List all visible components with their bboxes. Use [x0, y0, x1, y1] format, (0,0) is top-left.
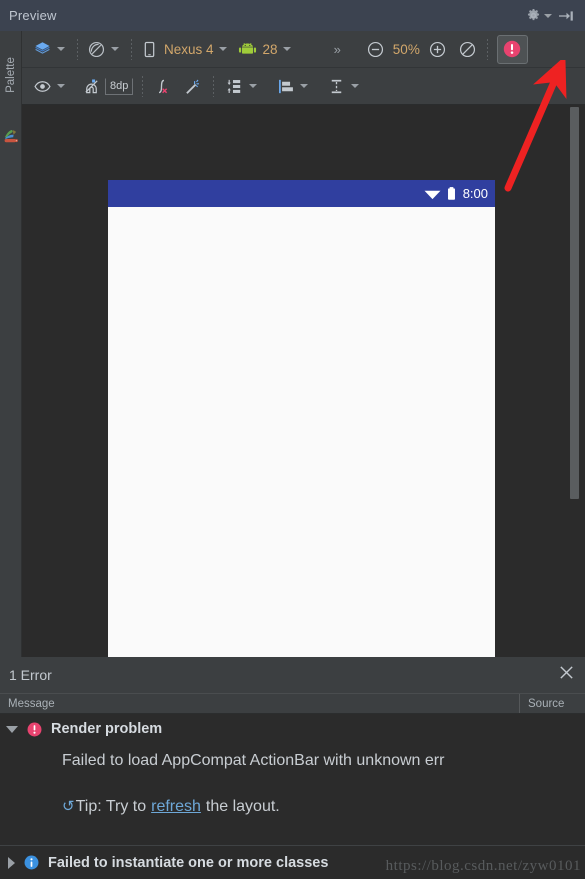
error-row-title: Failed to instantiate one or more classe…: [48, 854, 329, 871]
error-circle-icon: [27, 722, 42, 736]
sidebar-item-palette[interactable]: Palette: [5, 47, 17, 103]
zoom-in-icon: [429, 41, 445, 57]
chevron-down-icon: [300, 84, 309, 88]
column-header-source: Source: [519, 694, 585, 713]
chevron-down-icon: [111, 47, 119, 51]
toolbar-separator: [77, 38, 78, 60]
api-level-selector[interactable]: 28: [236, 37, 296, 62]
column-header-message: Message: [8, 697, 55, 710]
error-table-body[interactable]: Render problem Failed to load AppCompat …: [0, 714, 585, 879]
titlebar: Preview: [0, 0, 585, 31]
device-preview[interactable]: 8:00: [108, 180, 495, 657]
error-row-title: Render problem: [51, 721, 163, 737]
chevron-down-icon: [282, 47, 291, 51]
refresh-icon: ↺: [62, 798, 75, 815]
refresh-link[interactable]: refresh: [151, 798, 201, 816]
clear-constraints-button[interactable]: [150, 74, 173, 99]
design-canvas[interactable]: 8:00: [22, 105, 585, 657]
magnet-off-icon: [85, 78, 98, 93]
magic-wand-icon: [186, 79, 200, 94]
device-name-label: Nexus 4: [164, 41, 214, 57]
clear-constraints-icon: [159, 79, 168, 93]
render-errors-panel: 1 Error Message Source Render problem Fa…: [0, 657, 585, 879]
error-table-column-headers: Message Source: [0, 693, 585, 714]
device-selector[interactable]: Nexus 4: [139, 37, 232, 62]
chevron-down-icon: [57, 47, 65, 51]
toolbar-separator: [486, 38, 488, 60]
chevron-down-icon: [218, 47, 227, 51]
table-row[interactable]: Render problem: [0, 714, 585, 744]
toolbar-separator: [131, 38, 132, 60]
api-level-label: 28: [262, 41, 278, 57]
zoom-out-button[interactable]: [364, 37, 387, 62]
eye-icon: [34, 80, 51, 92]
chevron-down-icon: [351, 84, 360, 88]
table-row[interactable]: Failed to instantiate one or more classe…: [0, 845, 585, 879]
expand-toggle-icon[interactable]: [8, 856, 15, 869]
layers-icon: [34, 41, 51, 54]
error-panel-header: 1 Error: [0, 657, 585, 693]
tip-prefix: Tip: Try to: [75, 798, 147, 815]
expand-toggle-icon[interactable]: [6, 725, 18, 733]
collapse-panel-icon[interactable]: [555, 5, 577, 27]
guideline-button[interactable]: [325, 74, 364, 99]
toolbar-separator: [142, 75, 144, 97]
page-title: Preview: [9, 8, 57, 23]
show-constraints-button[interactable]: [31, 74, 70, 99]
toolbar-separator: [213, 75, 215, 97]
align-button[interactable]: [274, 74, 313, 99]
phone-icon: [144, 41, 155, 57]
gear-icon[interactable]: [523, 5, 555, 27]
error-detail-text: Failed to load AppCompat ActionBar with …: [62, 752, 445, 769]
chevron-down-icon: [544, 13, 552, 18]
device-clock: 8:00: [462, 186, 488, 201]
zoom-to-fit-button[interactable]: [456, 37, 479, 62]
align-left-icon: [279, 79, 294, 93]
canvas-vertical-scrollbar[interactable]: [570, 107, 579, 499]
toolbar-overflow-button[interactable]: »: [330, 42, 344, 57]
guideline-icon: [332, 79, 342, 93]
tip-suffix: the layout.: [205, 798, 280, 815]
error-count-label: 1 Error: [9, 667, 52, 683]
info-circle-icon: [24, 855, 39, 870]
rotate-orientation-icon: [88, 41, 105, 57]
error-badge-button[interactable]: [496, 34, 528, 64]
zoom-out-icon: [367, 41, 383, 57]
preview-tool-window: Preview Palette Nexus 4 28 » 50% 8dp 8:0…: [0, 0, 585, 879]
design-toolbar-primary: Nexus 4 28 » 50%: [22, 31, 585, 68]
design-mode-button[interactable]: [31, 37, 70, 62]
zoom-level-label: 50%: [392, 41, 420, 57]
infer-constraints-button[interactable]: [181, 74, 204, 99]
design-toolbar-secondary: 8dp: [22, 68, 585, 105]
zoom-in-button[interactable]: [426, 37, 449, 62]
autoconnect-button[interactable]: [80, 74, 103, 99]
android-robot-icon: [238, 43, 256, 54]
wifi-icon: [424, 190, 441, 199]
pack-distribute-icon: [227, 79, 241, 93]
left-tool-strip: Palette: [0, 31, 22, 657]
orientation-button[interactable]: [85, 37, 124, 62]
close-icon[interactable]: [558, 664, 575, 686]
zoom-to-fit-icon: [459, 41, 475, 57]
palette-icon[interactable]: [3, 128, 20, 145]
battery-icon: [447, 187, 455, 200]
device-content-area[interactable]: [108, 207, 495, 657]
chevron-down-icon: [249, 84, 258, 88]
pack-button[interactable]: [223, 74, 262, 99]
device-status-bar: 8:00: [108, 180, 495, 207]
chevron-down-icon: [57, 84, 65, 88]
default-margin-field[interactable]: 8dp: [105, 77, 134, 95]
error-tip: ↺ Tip: Try to refresh the layout.: [0, 770, 585, 816]
error-badge-icon: [504, 40, 521, 58]
